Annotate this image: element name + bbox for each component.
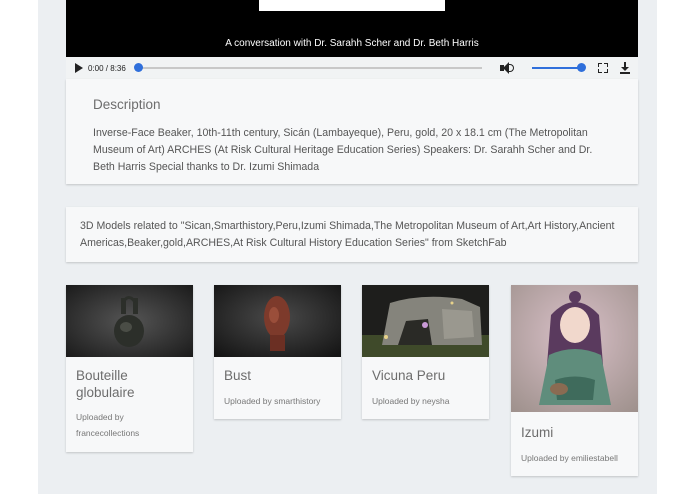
model-uploader: Uploaded by neysha	[372, 396, 450, 406]
model-thumbnail[interactable]	[214, 285, 341, 357]
download-icon[interactable]	[620, 62, 630, 74]
model-title[interactable]: Vicuna Peru	[372, 367, 482, 384]
video-caption: A conversation with Dr. Sarahh Scher and…	[225, 38, 479, 49]
volume-slider[interactable]	[532, 63, 586, 72]
play-icon[interactable]	[75, 63, 83, 73]
model-uploader: Uploaded by francecollections	[76, 412, 140, 438]
model-thumbnail[interactable]	[362, 285, 489, 357]
model-thumbnail[interactable]	[66, 285, 193, 357]
model-uploader: Uploaded by smarthistory	[224, 396, 321, 406]
related-models-text: 3D Models related to "Sican,Smarthistory…	[80, 220, 615, 249]
time-display: 0:00 / 8:36	[88, 63, 126, 73]
model-card[interactable]: Bouteille globulaire Uploaded by francec…	[66, 285, 193, 452]
model-title[interactable]: Bust	[224, 367, 334, 384]
model-card[interactable]: Izumi Uploaded by emiliestabell	[511, 285, 638, 476]
video-frame-white-area	[259, 0, 445, 11]
model-card[interactable]: Bust Uploaded by smarthistory	[214, 285, 341, 419]
volume-icon[interactable]	[500, 62, 514, 74]
fullscreen-icon[interactable]	[598, 63, 608, 73]
model-title[interactable]: Izumi	[521, 424, 631, 441]
volume-thumb[interactable]	[577, 63, 586, 72]
video-player[interactable]: A conversation with Dr. Sarahh Scher and…	[66, 0, 638, 57]
model-card[interactable]: Vicuna Peru Uploaded by neysha	[362, 285, 489, 419]
description-title: Description	[93, 97, 161, 112]
seek-bar[interactable]	[134, 63, 482, 72]
related-models-card: 3D Models related to "Sican,Smarthistory…	[66, 207, 638, 262]
model-thumbnail[interactable]	[511, 285, 638, 412]
seek-thumb[interactable]	[134, 63, 143, 72]
model-uploader: Uploaded by emiliestabell	[521, 453, 618, 463]
model-title[interactable]: Bouteille globulaire	[76, 367, 186, 401]
description-text: Inverse-Face Beaker, 10th-11th century, …	[93, 127, 593, 173]
description-card: Description Inverse-Face Beaker, 10th-11…	[66, 79, 638, 184]
video-controls: 0:00 / 8:36	[66, 57, 638, 79]
